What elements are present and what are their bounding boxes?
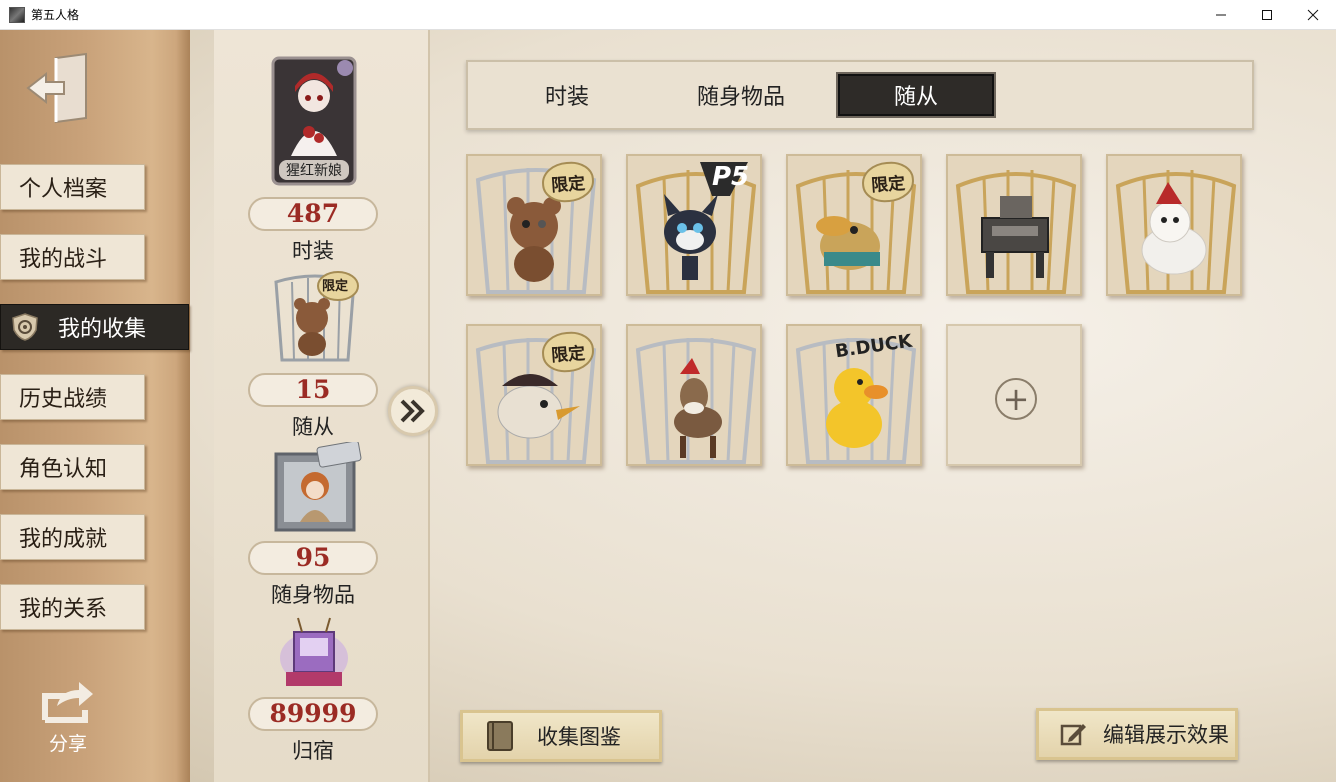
nav-profile-label: 个人档案 (19, 177, 108, 202)
accessory-label: 随身物品 (271, 583, 355, 607)
nav-achievements[interactable]: 我的成就 (0, 514, 145, 560)
share-label: 分享 (48, 733, 87, 755)
white-dog-icon (1115, 170, 1237, 294)
tab-accessory[interactable]: 随身物品 (676, 74, 806, 116)
robot-dog-icon (955, 170, 1077, 294)
accessory-count: 95 (248, 541, 378, 575)
pet-label: 随从 (292, 415, 334, 439)
nav-character-label: 角色认知 (19, 457, 108, 482)
app-icon (9, 6, 25, 23)
pet-card-pirate-bird[interactable]: 限定 (466, 324, 602, 466)
maximize-icon (1262, 10, 1272, 20)
nav-relations[interactable]: 我的关系 (0, 584, 145, 630)
book-icon (487, 721, 513, 751)
home-item-icon (280, 617, 348, 686)
shield-emblem-icon (12, 313, 38, 341)
tab-accessory-label: 随身物品 (696, 85, 785, 110)
expand-button[interactable] (388, 386, 438, 436)
nav-history-label: 历史战绩 (19, 387, 108, 412)
nav-history[interactable]: 历史战绩 (0, 374, 145, 420)
nav-character[interactable]: 角色认知 (0, 444, 145, 490)
edit-icon (1060, 724, 1086, 746)
close-button[interactable] (1290, 0, 1336, 30)
pet-card-reindeer[interactable] (626, 324, 762, 466)
exit-door-icon[interactable] (26, 52, 92, 124)
pet-preview[interactable]: 限定 (268, 270, 362, 364)
persona5-logo: P5 (712, 162, 750, 192)
tab-pets-label: 随从 (893, 85, 938, 110)
edit-display-button[interactable]: 编辑展示效果 (1036, 708, 1238, 760)
reindeer-icon (635, 338, 757, 464)
nav-battles-label: 我的战斗 (19, 247, 108, 272)
nav-achievements-label: 我的成就 (19, 527, 108, 552)
accessory-preview[interactable] (272, 440, 362, 532)
nav-battles[interactable]: 我的战斗 (0, 234, 145, 280)
close-icon (1307, 9, 1319, 21)
add-pet-slot[interactable]: + (946, 324, 1082, 466)
pet-preview-badge: 限定 (322, 279, 349, 294)
home-label: 归宿 (292, 739, 334, 763)
pet-card-platypus[interactable]: 限定 (786, 154, 922, 296)
pet-count: 15 (248, 373, 378, 407)
tab-costume[interactable]: 时装 (512, 74, 622, 116)
pet-card-persona5-cat[interactable]: P5 (626, 154, 762, 296)
nav-collection[interactable]: 我的收集 (0, 304, 189, 350)
share-icon (42, 682, 93, 723)
pet-card-white-dog[interactable] (1106, 154, 1242, 296)
tab-costume-label: 时装 (544, 85, 589, 110)
minimize-button[interactable] (1198, 0, 1244, 30)
minimize-icon (1216, 14, 1226, 16)
pet-card-robot-dog[interactable] (946, 154, 1082, 296)
share-button[interactable]: 分享 (36, 676, 100, 756)
costume-label: 时装 (292, 239, 334, 263)
home-preview[interactable] (272, 614, 356, 694)
nav-collection-label: 我的收集 (58, 317, 147, 342)
costume-badge: 猩红新娘 (286, 163, 342, 179)
window-titlebar: 第五人格 (0, 0, 1336, 30)
costume-count: 487 (248, 197, 378, 231)
maximize-button[interactable] (1244, 0, 1290, 30)
nav-relations-label: 我的关系 (19, 597, 108, 622)
collection-catalog-button[interactable]: 收集图鉴 (460, 710, 662, 762)
double-chevron-right-icon (400, 399, 425, 423)
doll-frame-icon (274, 440, 362, 532)
tab-pets[interactable]: 随从 (836, 72, 996, 118)
catalog-label: 收集图鉴 (537, 725, 621, 749)
home-count: 89999 (248, 697, 378, 731)
pet-card-b-duck[interactable]: B.DUCK (786, 324, 922, 466)
nav-profile[interactable]: 个人档案 (0, 164, 145, 210)
game-viewport: 个人档案 我的战斗 我的收集 历史战绩 角色认知 我的成就 我的关系 分享 猩红… (0, 30, 1336, 782)
add-icon: + (995, 378, 1037, 420)
window-title: 第五人格 (31, 8, 80, 22)
pet-card-teddy-bear[interactable]: 限定 (466, 154, 602, 296)
edit-label: 编辑展示效果 (1103, 723, 1229, 747)
